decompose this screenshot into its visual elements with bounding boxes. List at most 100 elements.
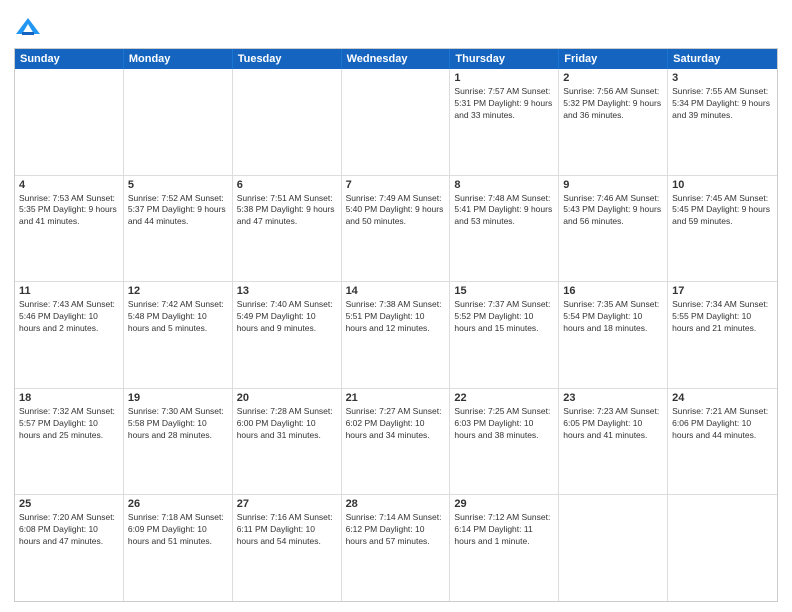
calendar-cell: 11Sunrise: 7:43 AM Sunset: 5:46 PM Dayli…	[15, 282, 124, 388]
day-number: 13	[237, 285, 337, 297]
calendar-body: 1 Sunrise: 7:57 AM Sunset: 5:31 PM Daylig…	[15, 69, 777, 601]
header-day-monday: Monday	[124, 49, 233, 69]
header-day-thursday: Thursday	[450, 49, 559, 69]
calendar-cell: 21 Sunrise: 7:27 AM Sunset: 6:02 PM Dayli…	[342, 389, 451, 495]
day-info: Sunrise: 7:21 AM Sunset: 6:06 PM Dayligh…	[672, 406, 773, 442]
calendar-cell: 17Sunrise: 7:34 AM Sunset: 5:55 PM Dayli…	[668, 282, 777, 388]
day-number: 22	[454, 392, 554, 404]
day-info: Sunrise: 7:48 AM Sunset: 5:41 PM Dayligh…	[454, 193, 554, 229]
calendar-cell: 7Sunrise: 7:49 AM Sunset: 5:40 PM Daylig…	[342, 176, 451, 282]
day-number: 6	[237, 179, 337, 191]
day-number: 15	[454, 285, 554, 297]
day-info: Sunrise: 7:53 AM Sunset: 5:35 PM Dayligh…	[19, 193, 119, 229]
day-number: 18	[19, 392, 119, 404]
day-number: 7	[346, 179, 446, 191]
calendar-cell: 16Sunrise: 7:35 AM Sunset: 5:54 PM Dayli…	[559, 282, 668, 388]
day-number: 5	[128, 179, 228, 191]
header	[14, 10, 778, 42]
calendar-header: SundayMondayTuesdayWednesdayThursdayFrid…	[15, 49, 777, 69]
day-info: Sunrise: 7:30 AM Sunset: 5:58 PM Dayligh…	[128, 406, 228, 442]
logo-icon	[14, 14, 42, 42]
calendar-cell: 22 Sunrise: 7:25 AM Sunset: 6:03 PM Dayli…	[450, 389, 559, 495]
header-day-tuesday: Tuesday	[233, 49, 342, 69]
day-info: Sunrise: 7:45 AM Sunset: 5:45 PM Dayligh…	[672, 193, 773, 229]
day-info: Sunrise: 7:38 AM Sunset: 5:51 PM Dayligh…	[346, 299, 446, 335]
calendar-cell: 10Sunrise: 7:45 AM Sunset: 5:45 PM Dayli…	[668, 176, 777, 282]
logo	[14, 14, 46, 42]
calendar-cell: 12Sunrise: 7:42 AM Sunset: 5:48 PM Dayli…	[124, 282, 233, 388]
day-info: Sunrise: 7:23 AM Sunset: 6:05 PM Dayligh…	[563, 406, 663, 442]
calendar-cell	[15, 69, 124, 175]
calendar-cell: 27 Sunrise: 7:16 AM Sunset: 6:11 PM Dayli…	[233, 495, 342, 601]
calendar-cell	[668, 495, 777, 601]
day-info: Sunrise: 7:20 AM Sunset: 6:08 PM Dayligh…	[19, 512, 119, 548]
day-info: Sunrise: 7:27 AM Sunset: 6:02 PM Dayligh…	[346, 406, 446, 442]
calendar-cell: 29 Sunrise: 7:12 AM Sunset: 6:14 PM Dayli…	[450, 495, 559, 601]
day-number: 23	[563, 392, 663, 404]
day-info: Sunrise: 7:51 AM Sunset: 5:38 PM Dayligh…	[237, 193, 337, 229]
calendar-cell: 26 Sunrise: 7:18 AM Sunset: 6:09 PM Dayli…	[124, 495, 233, 601]
day-number: 29	[454, 498, 554, 510]
day-info: Sunrise: 7:42 AM Sunset: 5:48 PM Dayligh…	[128, 299, 228, 335]
calendar-cell: 9 Sunrise: 7:46 AM Sunset: 5:43 PM Daylig…	[559, 176, 668, 282]
header-day-friday: Friday	[559, 49, 668, 69]
day-number: 1	[454, 72, 554, 84]
day-info: Sunrise: 7:55 AM Sunset: 5:34 PM Dayligh…	[672, 86, 773, 122]
calendar-cell: 1 Sunrise: 7:57 AM Sunset: 5:31 PM Daylig…	[450, 69, 559, 175]
day-info: Sunrise: 7:18 AM Sunset: 6:09 PM Dayligh…	[128, 512, 228, 548]
calendar-cell: 23 Sunrise: 7:23 AM Sunset: 6:05 PM Dayli…	[559, 389, 668, 495]
day-number: 3	[672, 72, 773, 84]
calendar-cell: 20 Sunrise: 7:28 AM Sunset: 6:00 PM Dayli…	[233, 389, 342, 495]
calendar-row-1: 4 Sunrise: 7:53 AM Sunset: 5:35 PM Daylig…	[15, 175, 777, 282]
day-info: Sunrise: 7:16 AM Sunset: 6:11 PM Dayligh…	[237, 512, 337, 548]
day-info: Sunrise: 7:52 AM Sunset: 5:37 PM Dayligh…	[128, 193, 228, 229]
calendar-cell: 25 Sunrise: 7:20 AM Sunset: 6:08 PM Dayli…	[15, 495, 124, 601]
calendar-cell	[342, 69, 451, 175]
day-number: 17	[672, 285, 773, 297]
day-number: 25	[19, 498, 119, 510]
calendar-cell: 28Sunrise: 7:14 AM Sunset: 6:12 PM Dayli…	[342, 495, 451, 601]
calendar-cell	[124, 69, 233, 175]
calendar: SundayMondayTuesdayWednesdayThursdayFrid…	[14, 48, 778, 602]
calendar-cell	[559, 495, 668, 601]
day-number: 26	[128, 498, 228, 510]
day-number: 9	[563, 179, 663, 191]
calendar-cell: 5 Sunrise: 7:52 AM Sunset: 5:37 PM Daylig…	[124, 176, 233, 282]
day-info: Sunrise: 7:57 AM Sunset: 5:31 PM Dayligh…	[454, 86, 554, 122]
day-info: Sunrise: 7:43 AM Sunset: 5:46 PM Dayligh…	[19, 299, 119, 335]
day-number: 4	[19, 179, 119, 191]
calendar-row-2: 11Sunrise: 7:43 AM Sunset: 5:46 PM Dayli…	[15, 281, 777, 388]
header-day-sunday: Sunday	[15, 49, 124, 69]
day-info: Sunrise: 7:28 AM Sunset: 6:00 PM Dayligh…	[237, 406, 337, 442]
calendar-cell: 14 Sunrise: 7:38 AM Sunset: 5:51 PM Dayli…	[342, 282, 451, 388]
header-day-wednesday: Wednesday	[342, 49, 451, 69]
day-info: Sunrise: 7:56 AM Sunset: 5:32 PM Dayligh…	[563, 86, 663, 122]
calendar-cell: 4 Sunrise: 7:53 AM Sunset: 5:35 PM Daylig…	[15, 176, 124, 282]
day-info: Sunrise: 7:32 AM Sunset: 5:57 PM Dayligh…	[19, 406, 119, 442]
day-number: 20	[237, 392, 337, 404]
calendar-row-0: 1 Sunrise: 7:57 AM Sunset: 5:31 PM Daylig…	[15, 69, 777, 175]
calendar-row-4: 25 Sunrise: 7:20 AM Sunset: 6:08 PM Dayli…	[15, 494, 777, 601]
calendar-cell: 6 Sunrise: 7:51 AM Sunset: 5:38 PM Daylig…	[233, 176, 342, 282]
day-number: 27	[237, 498, 337, 510]
day-info: Sunrise: 7:25 AM Sunset: 6:03 PM Dayligh…	[454, 406, 554, 442]
day-number: 21	[346, 392, 446, 404]
day-info: Sunrise: 7:35 AM Sunset: 5:54 PM Dayligh…	[563, 299, 663, 335]
day-info: Sunrise: 7:46 AM Sunset: 5:43 PM Dayligh…	[563, 193, 663, 229]
calendar-row-3: 18 Sunrise: 7:32 AM Sunset: 5:57 PM Dayli…	[15, 388, 777, 495]
day-number: 8	[454, 179, 554, 191]
day-number: 14	[346, 285, 446, 297]
calendar-cell	[233, 69, 342, 175]
day-number: 19	[128, 392, 228, 404]
day-info: Sunrise: 7:12 AM Sunset: 6:14 PM Dayligh…	[454, 512, 554, 548]
day-number: 2	[563, 72, 663, 84]
day-info: Sunrise: 7:40 AM Sunset: 5:49 PM Dayligh…	[237, 299, 337, 335]
calendar-cell: 24 Sunrise: 7:21 AM Sunset: 6:06 PM Dayli…	[668, 389, 777, 495]
page: SundayMondayTuesdayWednesdayThursdayFrid…	[0, 0, 792, 612]
day-info: Sunrise: 7:37 AM Sunset: 5:52 PM Dayligh…	[454, 299, 554, 335]
calendar-cell: 18 Sunrise: 7:32 AM Sunset: 5:57 PM Dayli…	[15, 389, 124, 495]
calendar-cell: 2 Sunrise: 7:56 AM Sunset: 5:32 PM Daylig…	[559, 69, 668, 175]
header-day-saturday: Saturday	[668, 49, 777, 69]
day-number: 28	[346, 498, 446, 510]
day-number: 24	[672, 392, 773, 404]
